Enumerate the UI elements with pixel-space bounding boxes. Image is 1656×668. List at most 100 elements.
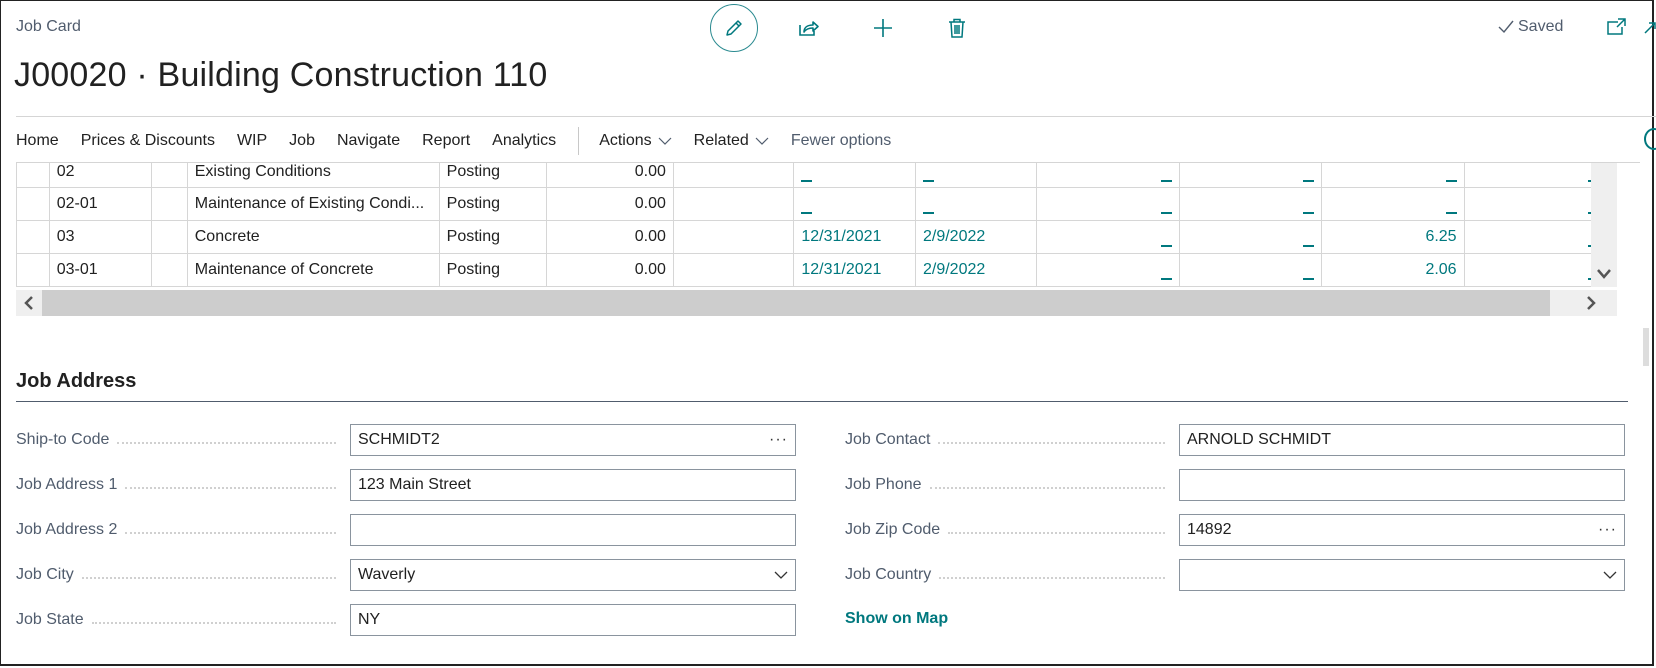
empty-value-dash[interactable] [1160,180,1172,182]
empty-value-dash[interactable] [1160,277,1172,280]
field-select[interactable] [1179,559,1625,591]
chevron-down-icon[interactable] [1597,269,1611,279]
cell-value: Existing Conditions [194,163,331,180]
nav-analytics[interactable]: Analytics [492,132,556,150]
trash-icon [949,18,965,38]
field-input[interactable] [1179,469,1625,501]
cell-value: 0.00 [634,195,666,212]
ellipsis-lookup-icon[interactable]: ··· [1598,521,1617,539]
chevron-down-icon[interactable] [1603,571,1617,579]
field-label-text: Job City [16,566,74,583]
cell-c1[interactable] [1036,253,1180,287]
table-row[interactable]: 03-01 Maintenance of Concrete Posting 0.00 1… [16,253,1607,287]
cell-c3[interactable]: 6.25 [1320,220,1465,254]
cell-c4[interactable] [1463,187,1607,221]
nav-job[interactable]: Job [289,132,315,150]
empty-value-dash[interactable] [1302,244,1314,247]
empty-value-dash[interactable] [1302,211,1314,214]
nav-separator [578,127,580,155]
grid-horizontal-scrollbar[interactable] [16,290,1617,316]
empty-value-dash[interactable] [1160,211,1172,214]
nav-report[interactable]: Report [422,132,470,150]
page-scrollbar[interactable] [1643,328,1649,366]
cell-description: Maintenance of Concrete [186,253,440,287]
empty-value-dash[interactable] [922,211,934,214]
cell-c2[interactable] [1178,220,1322,254]
cell-type: Posting [438,163,548,188]
field-input[interactable] [350,514,796,546]
job-tasks-table: 02 Existing Conditions Posting 0.00 02-01 Mai… [16,163,1607,287]
cell-start-date[interactable]: 12/31/2021 [793,220,916,254]
cell-c2[interactable] [1178,163,1322,188]
cell-no: 03-01 [48,253,153,287]
field-input[interactable]: SCHMIDT2 ··· [350,424,796,456]
chevron-down-icon [658,137,672,145]
field-input[interactable]: 14892 ··· [1179,514,1625,546]
save-status: Saved [1498,18,1563,36]
empty-value-dash[interactable] [1302,277,1314,280]
table-row[interactable]: 02-01 Maintenance of Existing Condi... Pos… [16,187,1607,221]
empty-value-dash[interactable] [1445,211,1457,214]
empty-value-dash[interactable] [1302,180,1314,182]
nav-prices-discounts[interactable]: Prices & Discounts [81,132,215,150]
cell-value: Maintenance of Existing Condi... [194,195,425,212]
field-select[interactable]: Waverly [350,559,796,591]
edit-button[interactable] [710,4,758,52]
label-leader-dots [938,441,1165,444]
table-row[interactable]: 03 Concrete Posting 0.00 12/31/2021 2/9/2022 6… [16,220,1607,254]
cell-start-date[interactable] [793,163,916,188]
field-value: Waverly [358,566,416,583]
nav-home[interactable]: Home [16,132,59,150]
cell-c3[interactable] [1320,163,1465,188]
cell-value: Concrete [194,228,260,245]
scrollbar-thumb[interactable] [42,290,1550,316]
section-title-job-address: Job Address [16,370,137,392]
cell-c3[interactable] [1320,187,1465,221]
breadcrumb: Job Card [16,18,81,35]
cell-c2[interactable] [1178,187,1322,221]
cell-start-date[interactable]: 12/31/2021 [793,253,916,287]
cell-empty [672,220,795,254]
scroll-right-icon[interactable] [1586,296,1596,310]
table-row[interactable]: 02 Existing Conditions Posting 0.00 [16,163,1607,188]
cell-c1[interactable] [1036,163,1180,188]
empty-value-dash[interactable] [922,180,934,182]
cell-c1[interactable] [1036,220,1180,254]
open-new-window-button[interactable] [1606,18,1626,41]
share-button[interactable] [786,5,832,51]
cell-c4[interactable] [1463,220,1607,254]
delete-button[interactable] [934,5,980,51]
field-input[interactable]: ARNOLD SCHMIDT [1179,424,1625,456]
scroll-left-icon[interactable] [24,296,34,310]
cell-end-date[interactable]: 2/9/2022 [914,220,1038,254]
nav-navigate[interactable]: Navigate [337,132,400,150]
ellipsis-lookup-icon[interactable]: ··· [769,431,788,449]
grid-vertical-scrollbar[interactable] [1591,163,1617,287]
cell-end-date[interactable]: 2/9/2022 [914,253,1038,287]
nav-actions-dropdown[interactable]: Actions [599,132,672,150]
empty-value-dash[interactable] [1445,180,1457,182]
cell-c4[interactable] [1463,163,1607,188]
cell-end-date[interactable] [914,187,1038,221]
field-input[interactable]: NY [350,604,796,636]
cell-c3[interactable]: 2.06 [1320,253,1465,287]
empty-value-dash[interactable] [1160,244,1172,247]
new-button[interactable] [860,5,906,51]
nav-wip[interactable]: WIP [237,132,267,150]
collapse-button[interactable] [1644,18,1656,39]
cell-amount: 0.00 [546,220,674,254]
cell-value: 02 [56,163,75,180]
cell-end-date[interactable] [914,163,1038,188]
cell-c1[interactable] [1036,187,1180,221]
cell-c2[interactable] [1178,253,1322,287]
cell-start-date[interactable] [793,187,916,221]
field-label: Job Contact [845,431,1179,449]
chevron-down-icon[interactable] [774,571,788,579]
show-on-map-link[interactable]: Show on Map [845,610,948,628]
field-input[interactable]: 123 Main Street [350,469,796,501]
fewer-options-button[interactable]: Fewer options [791,132,892,150]
empty-value-dash[interactable] [801,211,813,214]
cell-c4[interactable] [1463,253,1607,287]
empty-value-dash[interactable] [801,180,813,182]
nav-related-dropdown[interactable]: Related [694,132,769,150]
